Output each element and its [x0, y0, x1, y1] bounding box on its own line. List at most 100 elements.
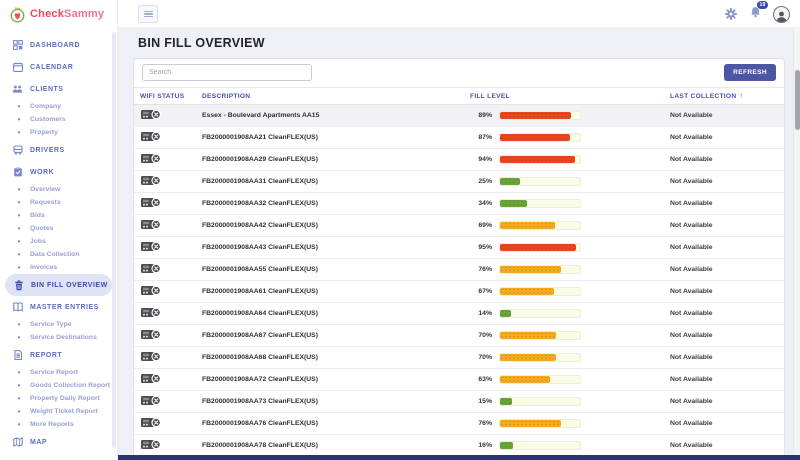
horizontal-scrollbar[interactable]: [118, 455, 800, 460]
sidebar-item-more-reports[interactable]: •More Reports: [0, 418, 117, 431]
bullet-icon: •: [15, 225, 23, 233]
fill-level-bar: [499, 177, 581, 186]
sidebar-item-property-daily-report[interactable]: • Property Daily Report: [0, 392, 117, 405]
sidebar-item-label: Weight Ticket Report: [30, 408, 98, 415]
table-row[interactable]: FB2000001908AA72 CleanFLEX(US)63%Not Ava…: [134, 369, 784, 391]
sidebar-item-clients[interactable]: CLIENTS: [0, 78, 117, 100]
sidebar-item-customers[interactable]: •Customers: [0, 113, 117, 126]
last-collection-value: Not Available: [670, 222, 784, 229]
sidebar-item-jobs[interactable]: •Jobs: [0, 235, 117, 248]
sidebar: CheckSammy DASHBOARD CALENDAR CLIENTS •Comp…: [0, 0, 118, 460]
search-input[interactable]: [142, 64, 312, 81]
column-header-wifi-status[interactable]: WIFI STATUS: [140, 93, 202, 100]
sidebar-item-label: Overview: [30, 186, 60, 193]
wifi-offline-icon: [140, 218, 202, 233]
fill-level-cell: 89%: [470, 111, 670, 120]
wifi-offline-icon: [140, 350, 202, 365]
fill-level-cell: 95%: [470, 243, 670, 252]
bullet-icon: •: [15, 421, 23, 429]
last-collection-value: Not Available: [670, 354, 784, 361]
sidebar-item-service-type[interactable]: •Service Type: [0, 318, 117, 331]
table-body: Essex - Boulevard Apartments AA1589%Not …: [134, 105, 784, 457]
fill-level-bar: [499, 375, 581, 384]
table-row[interactable]: FB2000001908AA43 CleanFLEX(US)95%Not Ava…: [134, 237, 784, 259]
sidebar-item-label: Requests: [30, 199, 61, 206]
last-collection-value: Not Available: [670, 398, 784, 405]
table-row[interactable]: FB2000001908AA78 CleanFLEX(US)16%Not Ava…: [134, 435, 784, 457]
wifi-offline-icon: [140, 240, 202, 255]
last-collection-value: Not Available: [670, 376, 784, 383]
sidebar-item-report[interactable]: REPORT: [0, 344, 117, 366]
sidebar-item-master-entries[interactable]: MASTER ENTRIES: [0, 296, 117, 318]
fill-level-cell: 76%: [470, 419, 670, 428]
sidebar-item-label: Service Report: [30, 369, 78, 376]
bullet-icon: •: [15, 408, 23, 416]
settings-gear-icon[interactable]: [724, 7, 738, 21]
table-row[interactable]: FB2000001908AA42 CleanFLEX(US)69%Not Ava…: [134, 215, 784, 237]
sidebar-item-goods-collection-report[interactable]: •Goods Collection Report: [0, 379, 117, 392]
column-header-fill-level[interactable]: FILL LEVEL: [470, 93, 670, 100]
bullet-icon: •: [15, 395, 23, 403]
sidebar-item-weight-ticket-report[interactable]: • Weight Ticket Report: [0, 405, 117, 418]
table-row[interactable]: FB2000001908AA73 CleanFLEX(US)15%Not Ava…: [134, 391, 784, 413]
sidebar-item-service-report[interactable]: •Service Report: [0, 366, 117, 379]
sidebar-item-drivers[interactable]: DRIVERS: [0, 139, 117, 161]
page-scrollbar[interactable]: [793, 28, 800, 460]
sidebar-item-work[interactable]: WORK: [0, 161, 117, 183]
brand-logo[interactable]: CheckSammy: [0, 0, 117, 28]
sidebar-item-label: CALENDAR: [30, 64, 73, 71]
last-collection-value: Not Available: [670, 310, 784, 317]
sidebar-item-label: CLIENTS: [30, 86, 63, 93]
sidebar-item-label: Property Daily Report: [30, 395, 100, 402]
sidebar-item-calendar[interactable]: CALENDAR: [0, 56, 117, 78]
sidebar-item-quotes[interactable]: •Quotes: [0, 222, 117, 235]
table-row[interactable]: FB2000001908AA61 CleanFLEX(US)67%Not Ava…: [134, 281, 784, 303]
sidebar-item-service-destinations[interactable]: •Service Destinations: [0, 331, 117, 344]
table-row[interactable]: FB2000001908AA67 CleanFLEX(US)70%Not Ava…: [134, 325, 784, 347]
table-row[interactable]: FB2000001908AA64 CleanFLEX(US)14%Not Ava…: [134, 303, 784, 325]
refresh-button[interactable]: REFRESH: [724, 64, 776, 81]
calendar-icon: [12, 62, 23, 72]
wifi-offline-icon: [140, 416, 202, 431]
fill-percent-label: 15%: [470, 398, 492, 405]
work-icon: [12, 167, 23, 177]
sidebar-item-property[interactable]: •Property: [0, 126, 117, 139]
fill-percent-label: 87%: [470, 134, 492, 141]
fill-level-cell: 34%: [470, 199, 670, 208]
sidebar-item-map[interactable]: MAP: [0, 431, 117, 453]
sidebar-item-overview[interactable]: •Overview: [0, 183, 117, 196]
sidebar-item-requests[interactable]: •Requests: [0, 196, 117, 209]
wifi-offline-icon: [140, 108, 202, 123]
sidebar-item-bids[interactable]: •Bids: [0, 209, 117, 222]
fill-level-bar: [499, 353, 581, 362]
bin-description: FB2000001908AA32 CleanFLEX(US): [202, 200, 470, 207]
notifications-bell-icon[interactable]: 19: [749, 5, 762, 24]
sidebar-item-company[interactable]: •Company: [0, 100, 117, 113]
sidebar-item-data-collection[interactable]: •Data Collection: [0, 248, 117, 261]
table-row[interactable]: Essex - Boulevard Apartments AA1589%Not …: [134, 105, 784, 127]
table-row[interactable]: FB2000001908AA21 CleanFLEX(US)87%Not Ava…: [134, 127, 784, 149]
table-row[interactable]: FB2000001908AA68 CleanFLEX(US)70%Not Ava…: [134, 347, 784, 369]
wifi-offline-icon: [140, 438, 202, 453]
wifi-offline-icon: [140, 174, 202, 189]
column-header-description[interactable]: DESCRIPTION: [202, 93, 470, 100]
sidebar-item-invoices[interactable]: •Invoices: [0, 261, 117, 274]
column-header-last-collection[interactable]: LAST COLLECTION↑: [670, 93, 784, 100]
sidebar-menu: DASHBOARD CALENDAR CLIENTS •Company•Custome…: [0, 34, 117, 453]
table-row[interactable]: FB2000001908AA32 CleanFLEX(US)34%Not Ava…: [134, 193, 784, 215]
fill-level-cell: 70%: [470, 331, 670, 340]
last-collection-value: Not Available: [670, 332, 784, 339]
table-row[interactable]: FB2000001908AA76 CleanFLEX(US)76%Not Ava…: [134, 413, 784, 435]
scrollbar-thumb[interactable]: [795, 70, 800, 130]
sidebar-item-bin-fill-overview[interactable]: BIN FILL OVERVIEW: [5, 274, 112, 296]
sidebar-toggle-button[interactable]: [138, 5, 158, 23]
table-row[interactable]: FB2000001908AA31 CleanFLEX(US)25%Not Ava…: [134, 171, 784, 193]
table-row[interactable]: FB2000001908AA29 CleanFLEX(US)94%Not Ava…: [134, 149, 784, 171]
sidebar-item-label: Goods Collection Report: [30, 382, 110, 389]
sidebar-item-dashboard[interactable]: DASHBOARD: [0, 34, 117, 56]
sidebar-scrollbar[interactable]: [112, 32, 116, 448]
last-collection-value: Not Available: [670, 156, 784, 163]
fill-level-bar: [499, 111, 581, 120]
user-avatar[interactable]: [773, 6, 790, 23]
table-row[interactable]: FB2000001908AA55 CleanFLEX(US)76%Not Ava…: [134, 259, 784, 281]
